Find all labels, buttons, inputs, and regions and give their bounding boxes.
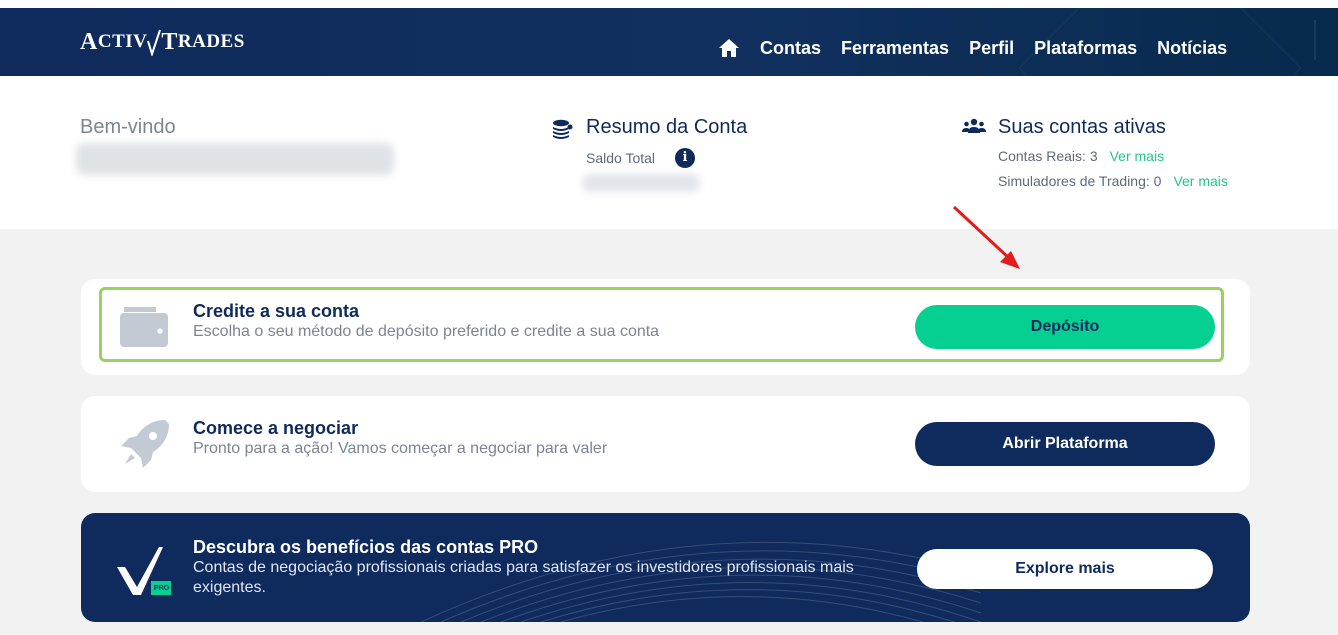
main-nav: Contas Ferramentas Perfil Plataformas No… xyxy=(718,38,1227,59)
home-icon[interactable] xyxy=(718,38,740,58)
real-accounts-label: Contas Reais: 3 xyxy=(998,148,1098,164)
nav-item-ferramentas[interactable]: Ferramentas xyxy=(841,38,949,59)
pro-card-title: Descubra os benefícios das contas PRO xyxy=(193,537,539,557)
redacted-user-name xyxy=(76,143,394,175)
nav-item-plataformas[interactable]: Plataformas xyxy=(1034,38,1137,59)
deposit-highlight-box xyxy=(99,287,1224,362)
logo-tick-icon xyxy=(147,29,162,56)
nav-item-perfil[interactable]: Perfil xyxy=(969,38,1014,59)
simulator-accounts-link[interactable]: Ver mais xyxy=(1173,173,1227,189)
start-trading-card: Comece a negociar Pronto para a ação! Va… xyxy=(81,396,1250,492)
pro-badge: PRO xyxy=(153,585,170,592)
real-accounts-link[interactable]: Ver mais xyxy=(1110,148,1164,164)
top-navbar: A CTIV T RADES Contas Ferramentas Perfil Pl… xyxy=(0,8,1338,76)
start-trading-title: Comece a negociar xyxy=(193,418,359,438)
start-trading-description: Pronto para a ação! Vamos começar a nego… xyxy=(193,440,608,457)
info-icon[interactable]: i xyxy=(675,148,695,168)
simulator-accounts-label: Simuladores de Trading: 0 xyxy=(998,173,1162,189)
pro-accounts-card: PRO Descubra os benefícios das contas PR… xyxy=(81,513,1250,622)
redacted-balance xyxy=(582,174,700,192)
balance-label: Saldo Total xyxy=(586,150,656,166)
coins-icon xyxy=(553,119,573,139)
account-summary-band: Bem-vindo Resumo da Conta Saldo Total i … xyxy=(0,76,1338,229)
rocket-icon xyxy=(121,420,169,468)
explore-more-button[interactable]: Explore mais xyxy=(917,549,1213,589)
nav-item-noticias[interactable]: Notícias xyxy=(1157,38,1227,59)
welcome-label: Bem-vindo xyxy=(80,116,176,138)
users-icon xyxy=(962,118,986,133)
active-accounts-title: Suas contas ativas xyxy=(998,116,1166,138)
top-strip xyxy=(0,0,1338,8)
header-decoration-line xyxy=(1314,20,1316,60)
activtrades-logo[interactable]: A CTIV T RADES xyxy=(80,28,245,56)
open-platform-button[interactable]: Abrir Plataforma xyxy=(915,422,1215,466)
annotation-arrow-icon xyxy=(952,205,1020,269)
account-summary-title: Resumo da Conta xyxy=(586,116,748,138)
real-accounts-row: Contas Reais: 3 Ver mais xyxy=(998,148,1164,164)
nav-item-contas[interactable]: Contas xyxy=(760,38,821,59)
pro-card-description: Contas de negociação profissionais criad… xyxy=(193,559,854,596)
simulator-accounts-row: Simuladores de Trading: 0 Ver mais xyxy=(998,173,1228,189)
